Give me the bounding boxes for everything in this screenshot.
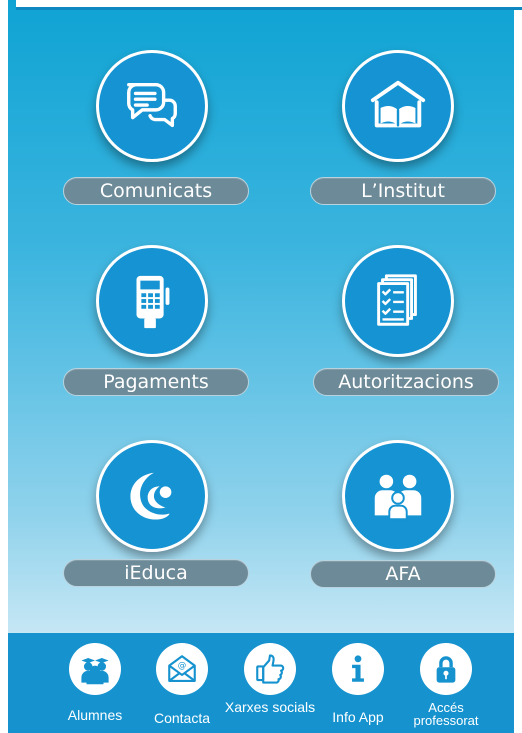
thumbs-up-icon[interactable] (244, 643, 296, 695)
nav-alumnes[interactable]: Alumnes (55, 633, 135, 733)
nav-xarxes-socials[interactable]: Xarxes socials (225, 633, 315, 733)
chat-bubbles-icon[interactable] (96, 50, 208, 162)
svg-text:@: @ (178, 661, 187, 671)
card-terminal-icon[interactable] (96, 245, 208, 357)
nav-info-app[interactable]: Info App (318, 633, 398, 733)
nav-acces-professorat[interactable]: Accés professorat (406, 633, 486, 733)
lock-icon[interactable] (420, 643, 472, 695)
ieduca-label[interactable]: iEduca (63, 559, 249, 587)
school-book-icon[interactable] (342, 50, 454, 162)
ieduca-logo-icon[interactable] (96, 440, 208, 552)
mail-icon[interactable]: @ (156, 643, 208, 695)
home-screen: Comunicats L’Institut Pagaments Autoritz… (0, 0, 522, 733)
info-icon[interactable] (332, 643, 384, 695)
students-icon[interactable] (69, 643, 121, 695)
afa-label[interactable]: AFA (310, 560, 496, 588)
nav-xarxes-label: Xarxes socials (224, 699, 316, 715)
nav-contacta-label: Contacta (153, 710, 211, 726)
checklist-documents-icon[interactable] (342, 245, 454, 357)
pagaments-label[interactable]: Pagaments (63, 368, 249, 396)
autoritzacions-label[interactable]: Autoritzacions (313, 368, 499, 396)
nav-alumnes-label: Alumnes (67, 707, 123, 723)
nav-acces-label: Accés professorat (413, 700, 479, 728)
nav-contacta[interactable]: @ Contacta (142, 633, 222, 733)
nav-info-label: Info App (332, 709, 384, 725)
top-divider (16, 0, 522, 10)
family-icon[interactable] (342, 440, 454, 552)
bottom-nav-bar: Alumnes @ Contacta Xarxes socials Info A… (8, 633, 514, 733)
institut-label[interactable]: L’Institut (310, 177, 496, 205)
comunicats-label[interactable]: Comunicats (63, 177, 249, 205)
